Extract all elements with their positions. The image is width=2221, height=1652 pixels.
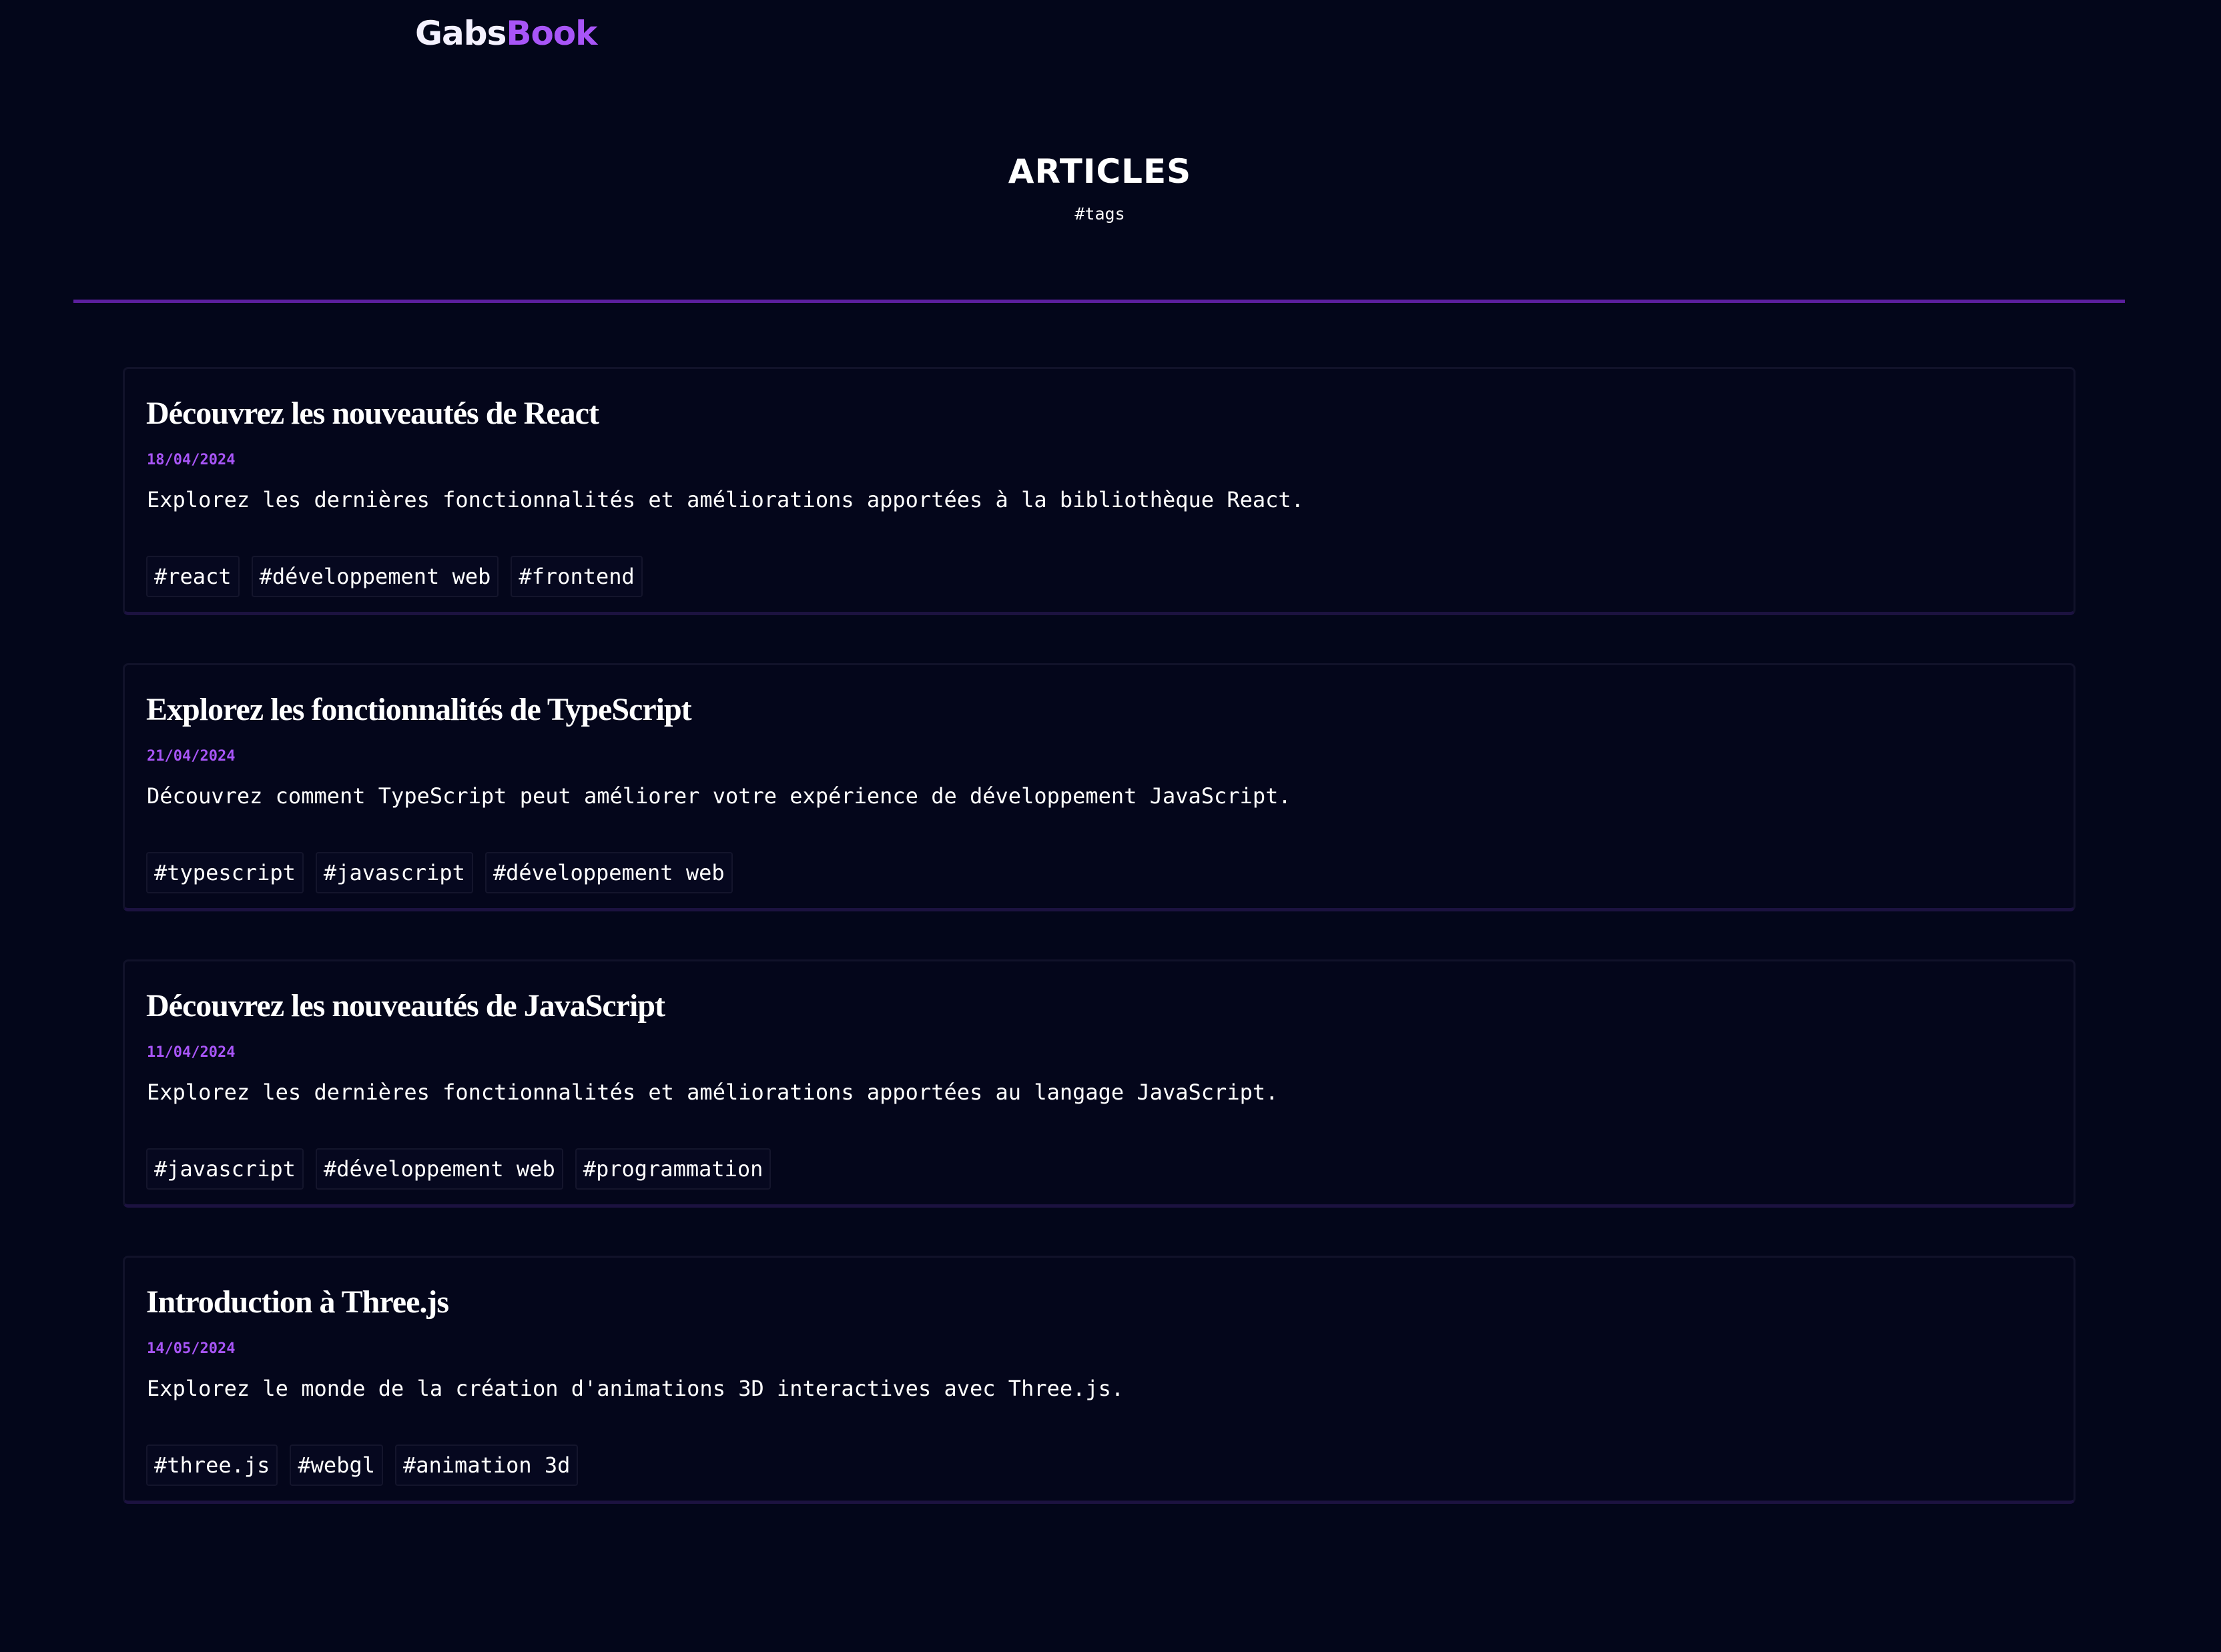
tag-chip[interactable]: #javascript [315,852,473,893]
tag-chip[interactable]: #react [146,556,240,597]
tags-link[interactable]: #tags [1074,204,1125,224]
article-title[interactable]: Explorez les fonctionnalités de TypeScri… [146,689,692,731]
article-tags: #react #développement web #frontend [146,556,643,597]
article-tags: #three.js #webgl #animation 3d [146,1444,579,1486]
article-card[interactable]: Explorez les fonctionnalités de TypeScri… [123,663,2076,911]
tag-chip[interactable]: #développement web [251,556,499,597]
brand-name-part1: Gabs [415,14,507,53]
tag-chip[interactable]: #animation 3d [394,1444,579,1486]
article-date: 18/04/2024 [147,452,236,468]
article-card[interactable]: Découvrez les nouveautés de React 18/04/… [123,367,2076,615]
tag-chip[interactable]: #three.js [146,1444,278,1486]
article-tags: #typescript #javascript #développement w… [146,852,733,893]
tag-chip[interactable]: #programmation [575,1148,771,1190]
article-date: 14/05/2024 [147,1340,236,1357]
article-description: Explorez les dernières fonctionnalités e… [147,487,1304,512]
article-description: Découvrez comment TypeScript peut amélio… [147,783,1291,809]
article-title[interactable]: Introduction à Three.js [146,1282,449,1323]
tag-chip[interactable]: #webgl [290,1444,383,1486]
article-description: Explorez le monde de la création d'anima… [147,1376,1125,1401]
article-date: 21/04/2024 [147,748,236,765]
tag-chip[interactable]: #javascript [146,1148,304,1190]
article-date: 11/04/2024 [147,1044,236,1061]
tag-chip[interactable]: #typescript [146,852,304,893]
page-title: ARTICLES [1008,152,1192,191]
article-description: Explorez les dernières fonctionnalités e… [147,1080,1279,1105]
tag-chip[interactable]: #frontend [511,556,643,597]
article-title[interactable]: Découvrez les nouveautés de JavaScript [146,985,665,1027]
header-divider [73,300,2125,303]
article-tags: #javascript #développement web #programm… [146,1148,771,1190]
tag-chip[interactable]: #développement web [315,1148,563,1190]
brand-name-part2: Book [506,14,597,53]
page-header: ARTICLES #tags [0,148,2200,224]
article-title[interactable]: Découvrez les nouveautés de React [146,393,599,434]
article-card[interactable]: Introduction à Three.js 14/05/2024 Explo… [123,1256,2076,1504]
article-card[interactable]: Découvrez les nouveautés de JavaScript 1… [123,959,2076,1208]
tag-chip[interactable]: #développement web [485,852,733,893]
brand-logo[interactable]: GabsBook [415,12,597,55]
